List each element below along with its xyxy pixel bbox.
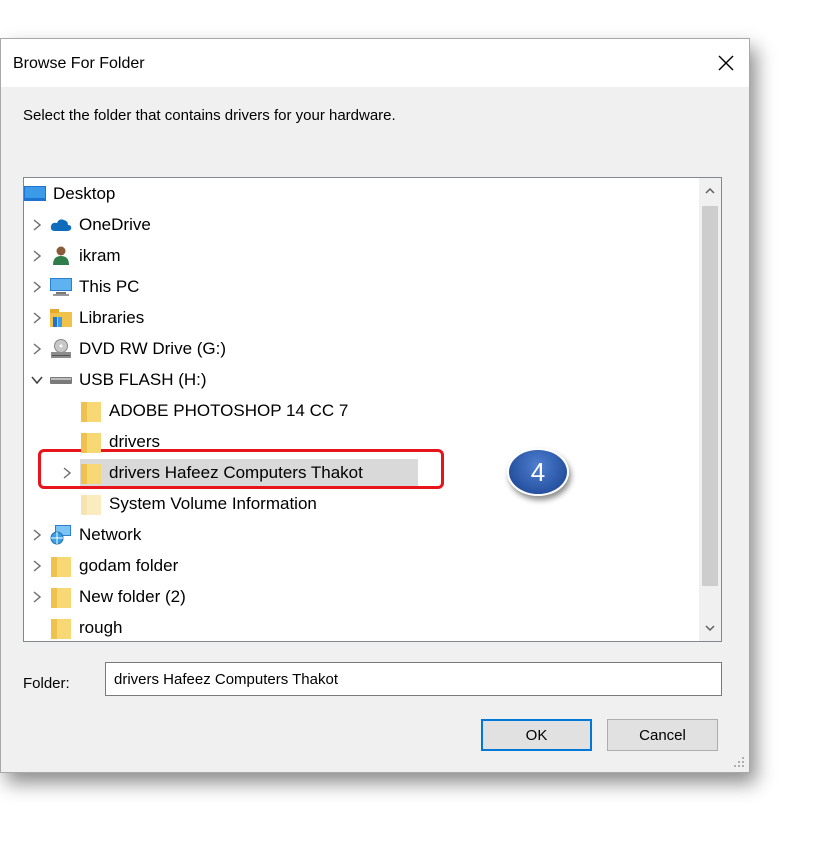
- close-button[interactable]: [703, 39, 749, 87]
- expand-chevron-icon[interactable]: [30, 342, 44, 356]
- dvd-drive-icon: [50, 338, 72, 360]
- folder-icon: [80, 431, 102, 453]
- expand-chevron-icon[interactable]: [30, 249, 44, 263]
- scroll-thumb[interactable]: [702, 206, 718, 586]
- cloud-icon: [50, 214, 72, 236]
- folder-icon: [80, 462, 102, 484]
- tree-node[interactable]: Network: [30, 519, 141, 550]
- tree-node[interactable]: rough: [30, 612, 123, 641]
- tree-node-label: New folder (2): [79, 586, 186, 606]
- tree-node[interactable]: Libraries: [30, 302, 144, 333]
- computer-icon: [50, 276, 72, 298]
- cancel-button[interactable]: Cancel: [607, 719, 718, 751]
- tree-node-label: rough: [79, 617, 123, 637]
- dialog-title: Browse For Folder: [13, 55, 145, 72]
- tree-node-label: godam folder: [79, 555, 179, 575]
- usb-drive-icon: [50, 369, 72, 391]
- folder-icon: [50, 617, 72, 639]
- tree-node-label: drivers: [109, 431, 161, 451]
- expand-chevron-icon[interactable]: [60, 466, 74, 480]
- tree-node-label: OneDrive: [79, 214, 151, 234]
- expand-chevron-icon[interactable]: [30, 528, 44, 542]
- tree-node-label: DVD RW Drive (G:): [79, 338, 227, 358]
- close-icon: [718, 55, 734, 71]
- tree-node[interactable]: Desktop: [24, 178, 115, 209]
- tree-node[interactable]: USB FLASH (H:): [30, 364, 207, 395]
- folder-icon: [80, 400, 102, 422]
- tree-node-label: drivers Hafeez Computers Thakot: [109, 462, 363, 482]
- tree-node-label: ikram: [79, 245, 121, 265]
- collapse-chevron-icon[interactable]: [30, 373, 44, 387]
- tree-node-label: Desktop: [53, 183, 116, 203]
- tree-node-label: ADOBE PHOTOSHOP 14 CC 7: [109, 400, 349, 420]
- resize-grip-icon[interactable]: [733, 756, 745, 768]
- tree-node-label: Network: [79, 524, 142, 544]
- tree-node-label: System Volume Information: [109, 493, 317, 513]
- title-bar: Browse For Folder: [1, 39, 749, 87]
- ok-button[interactable]: OK: [481, 719, 592, 751]
- expand-chevron-icon[interactable]: [30, 311, 44, 325]
- expand-chevron-icon[interactable]: [30, 280, 44, 294]
- instruction-text: Select the folder that contains drivers …: [23, 107, 396, 124]
- tree-node[interactable]: drivers: [60, 426, 160, 457]
- expand-chevron-icon[interactable]: [30, 559, 44, 573]
- tree-node-label: This PC: [79, 276, 140, 296]
- tree-node[interactable]: ADOBE PHOTOSHOP 14 CC 7: [60, 395, 348, 426]
- scroll-up-button[interactable]: [699, 180, 721, 202]
- folder-tree[interactable]: Desktop OneDrive ikram This PC Libraries DVD …: [23, 177, 722, 642]
- tree-node[interactable]: System Volume Information: [60, 488, 317, 519]
- tree-node-label: Libraries: [79, 307, 145, 327]
- expand-chevron-icon[interactable]: [30, 590, 44, 604]
- chevron-down-icon: [705, 625, 715, 631]
- tree-node[interactable]: New folder (2): [30, 581, 186, 612]
- tree-node-label: USB FLASH (H:): [79, 369, 207, 389]
- desktop-icon: [24, 183, 46, 205]
- tree-node[interactable]: godam folder: [30, 550, 178, 581]
- libraries-icon: [50, 307, 72, 329]
- chevron-up-icon: [705, 188, 715, 194]
- network-icon: [50, 524, 72, 546]
- folder-field-label: Folder:: [23, 675, 70, 692]
- expand-chevron-icon[interactable]: [30, 218, 44, 232]
- folder-field[interactable]: [105, 662, 722, 696]
- scroll-down-button[interactable]: [699, 617, 721, 639]
- tree-node[interactable]: OneDrive: [30, 209, 151, 240]
- tree-node[interactable]: drivers Hafeez Computers Thakot: [60, 457, 418, 488]
- browse-for-folder-dialog: Browse For Folder Select the folder that…: [0, 38, 750, 773]
- tree-node[interactable]: DVD RW Drive (G:): [30, 333, 226, 364]
- vertical-scrollbar[interactable]: [699, 178, 721, 641]
- tree-node[interactable]: This PC: [30, 271, 139, 302]
- folder-icon: [80, 493, 102, 515]
- folder-icon: [50, 586, 72, 608]
- user-icon: [50, 245, 72, 267]
- folder-icon: [50, 555, 72, 577]
- tree-node[interactable]: ikram: [30, 240, 121, 271]
- step-number-badge: 4: [507, 448, 569, 496]
